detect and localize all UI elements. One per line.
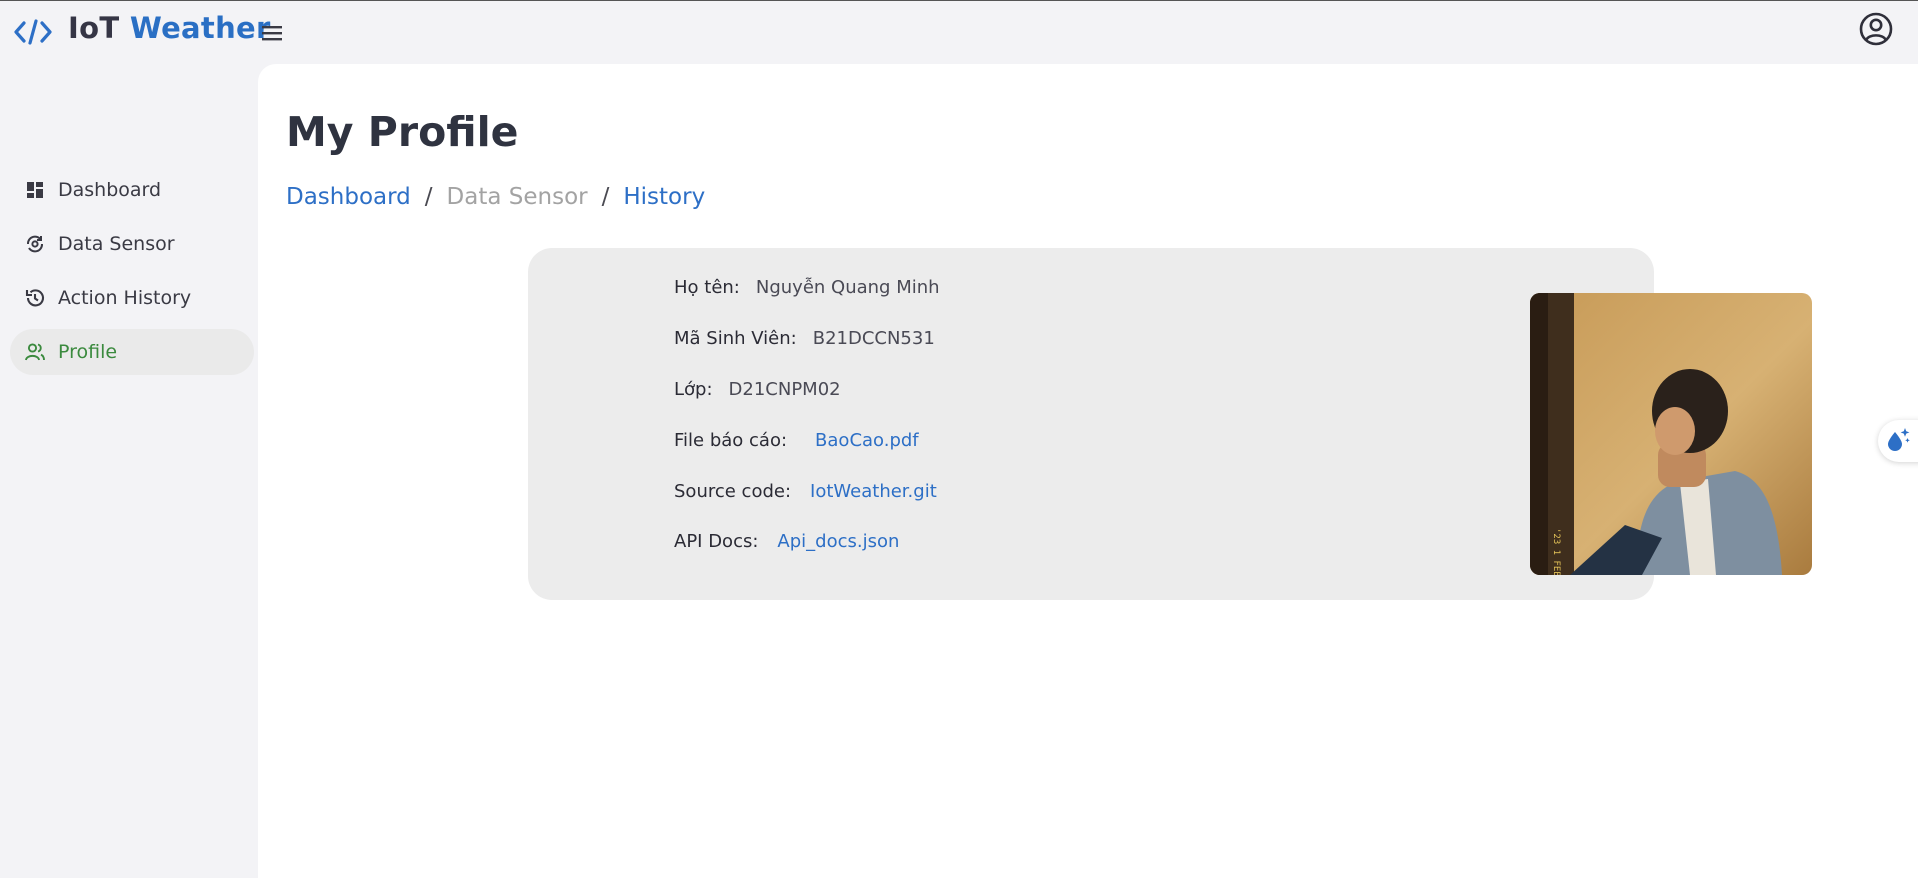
profile-source-row: Source code: IotWeather.git <box>674 481 937 502</box>
sidebar: Dashboard Data Sensor Action History Pro… <box>0 64 258 878</box>
users-icon <box>24 341 46 363</box>
report-link[interactable]: BaoCao.pdf <box>815 430 919 451</box>
source-label: Source code: <box>674 481 792 502</box>
student-id-value: B21DCCN531 <box>812 328 935 349</box>
user-circle-icon[interactable] <box>1858 11 1894 47</box>
name-value: Nguyễn Quang Minh <box>755 277 940 298</box>
report-label: File báo cáo: <box>674 430 788 451</box>
photo-date-stamp: '23 1 FEB <box>1551 528 1561 575</box>
hamburger-menu-icon[interactable] <box>260 23 284 43</box>
class-label: Lớp: <box>674 379 713 400</box>
sidebar-item-label: Data Sensor <box>58 233 175 255</box>
brand-weather: Weather <box>129 11 271 45</box>
api-docs-link[interactable]: Api_docs.json <box>777 531 899 552</box>
student-id-label: Mã Sinh Viên: <box>674 328 797 349</box>
profile-photo: '23 1 FEB <box>1530 293 1812 575</box>
breadcrumb-dashboard[interactable]: Dashboard <box>286 184 411 210</box>
top-bar: IoT Weather <box>0 0 1918 64</box>
floating-action-button[interactable] <box>1878 420 1918 462</box>
sidebar-item-data-sensor[interactable]: Data Sensor <box>10 221 254 267</box>
breadcrumb: Dashboard / Data Sensor / History <box>286 184 705 210</box>
profile-api-row: API Docs: Api_docs.json <box>674 531 899 552</box>
sidebar-item-action-history[interactable]: Action History <box>10 275 254 321</box>
water-sparkle-icon <box>1884 425 1912 457</box>
source-code-link[interactable]: IotWeather.git <box>810 481 937 502</box>
sidebar-item-label: Action History <box>58 287 192 309</box>
dashboard-grid-icon <box>24 179 46 201</box>
class-value: D21CNPM02 <box>728 379 841 400</box>
history-icon <box>24 287 46 309</box>
sidebar-item-profile[interactable]: Profile <box>10 329 254 375</box>
brand-iot: IoT <box>68 11 120 45</box>
breadcrumb-separator: / <box>601 184 610 210</box>
sensor-icon <box>24 233 46 255</box>
brand-logo[interactable]: IoT Weather <box>68 11 271 45</box>
api-docs-label: API Docs: <box>674 531 759 552</box>
profile-id-row: Mã Sinh Viên: B21DCCN531 <box>674 328 935 349</box>
code-brackets-icon <box>14 17 52 47</box>
name-label: Họ tên: <box>674 277 740 298</box>
main-content: My Profile Dashboard / Data Sensor / His… <box>258 64 1918 878</box>
profile-class-row: Lớp: D21CNPM02 <box>674 379 841 400</box>
breadcrumb-separator: / <box>424 184 433 210</box>
page-title: My Profile <box>286 108 519 156</box>
sidebar-item-label: Dashboard <box>58 179 162 201</box>
profile-report-row: File báo cáo: BaoCao.pdf <box>674 430 919 451</box>
breadcrumb-data-sensor[interactable]: Data Sensor <box>447 184 588 210</box>
profile-name-row: Họ tên: Nguyễn Quang Minh <box>674 277 940 298</box>
sidebar-item-dashboard[interactable]: Dashboard <box>10 167 254 213</box>
sidebar-item-label: Profile <box>58 341 118 363</box>
breadcrumb-history[interactable]: History <box>623 184 705 210</box>
profile-card: Họ tên: Nguyễn Quang Minh Mã Sinh Viên: … <box>528 248 1812 600</box>
